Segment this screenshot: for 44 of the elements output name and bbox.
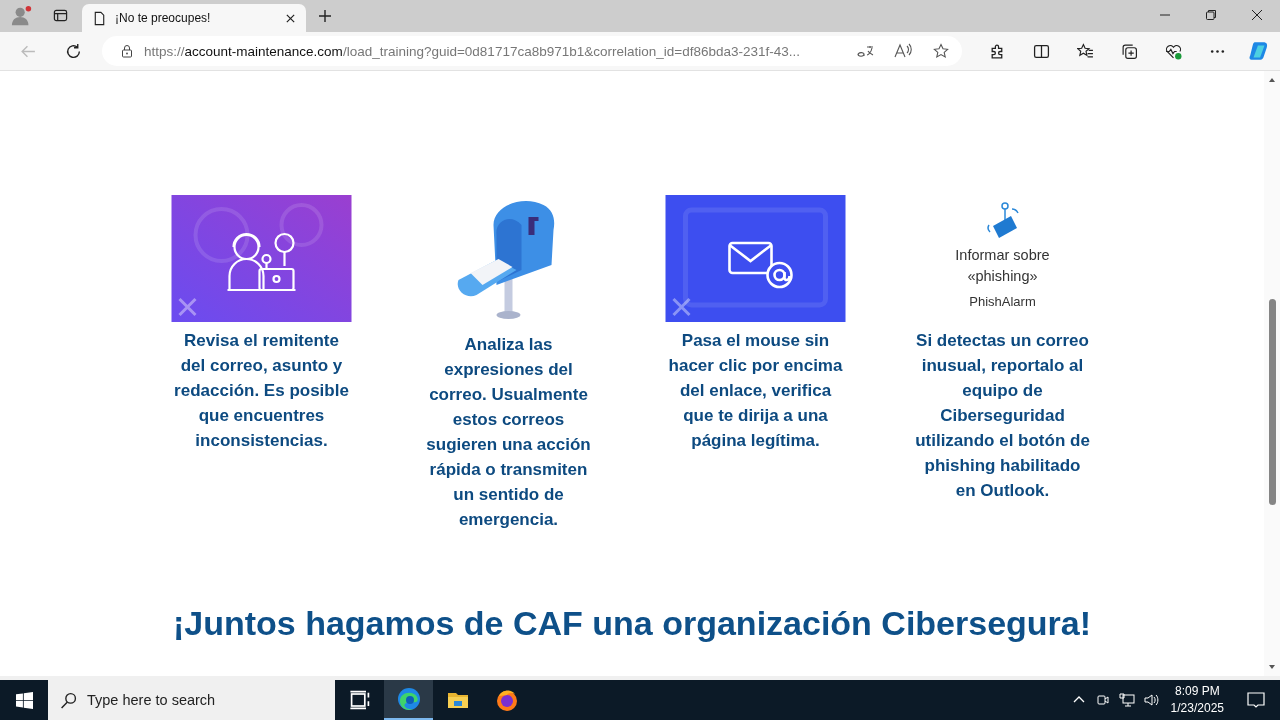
favorites-icon[interactable] — [1077, 42, 1094, 60]
clock[interactable]: 8:09 PM 1/23/2025 — [1170, 683, 1224, 717]
volume-icon[interactable] — [1142, 692, 1159, 708]
windows-start-icon[interactable] — [16, 691, 33, 709]
tip-text: Analiza las expresiones del correo. Usualmente estos correos sugieren una acción rápida o transmiten un sentido de emergencia. — [425, 334, 592, 531]
camera-icon[interactable] — [1094, 692, 1111, 708]
tip-text: Pasa el mouse sin hacer clic por encima del enlace, verifica que te dirija a una página legítima. — [667, 330, 844, 452]
phishalarm-caption: PhishAlarm — [969, 294, 1036, 309]
close-tab-icon[interactable] — [285, 12, 296, 24]
address-bar[interactable]: https://account-maintenance.com/load_training?guid=0d81717ca8b971b1&correlation_id=df86bda3-231f-43... — [102, 36, 962, 66]
date-text: 1/23/2025 — [1170, 700, 1224, 717]
health-icon[interactable] — [1165, 42, 1182, 60]
favorite-star-icon[interactable] — [932, 43, 950, 59]
split-screen-icon[interactable] — [1033, 42, 1050, 60]
scroll-thumb[interactable] — [1268, 299, 1276, 505]
page-icon — [92, 10, 107, 26]
network-icon[interactable] — [1118, 692, 1135, 708]
tip-text: Si detectas un correo inusual, reportalo al equipo de Ciberseguridad utilizando el botón de phishing habilitado en Outlook. — [914, 330, 1091, 502]
taskbar-search-field[interactable]: Type here to search — [48, 680, 335, 720]
copilot-icon[interactable] — [1248, 40, 1270, 62]
lock-icon — [120, 44, 134, 58]
scrollbar[interactable] — [1264, 71, 1280, 676]
browser-tab[interactable]: ¡No te preocupes! — [82, 4, 306, 32]
url-text: https://account-maintenance.com/load_training?guid=0d81717ca8b971b1&correlation_id=df86bda3-231f-43... — [144, 43, 801, 59]
scroll-up-icon[interactable] — [1268, 76, 1276, 84]
slogan-heading: ¡Juntos hagamos de CAF una organización Cibersegura! — [172, 604, 1092, 643]
read-aloud-icon[interactable] — [894, 43, 912, 59]
search-icon — [60, 692, 77, 709]
scroll-down-icon[interactable] — [1268, 663, 1276, 671]
restore-icon[interactable] — [1205, 9, 1217, 21]
notifications-icon[interactable] — [1246, 690, 1266, 710]
task-view-icon — [347, 688, 372, 712]
report-phishing-label: Informar sobre «phishing» — [954, 246, 1051, 286]
edge-browser-button[interactable] — [384, 680, 433, 720]
tip-text: Revisa el remitente del correo, asunto y redacción. Es posible que encuentres inconsistencias. — [173, 330, 350, 452]
refresh-icon[interactable] — [65, 42, 82, 60]
profile-icon[interactable] — [11, 5, 33, 27]
new-tab-icon[interactable] — [318, 9, 332, 23]
close-icon[interactable] — [1251, 9, 1263, 21]
firefox-icon — [494, 688, 519, 712]
edge-icon — [396, 687, 421, 711]
tab-actions-icon[interactable] — [53, 8, 68, 23]
collections-icon[interactable] — [1121, 42, 1138, 60]
time-text: 8:09 PM — [1174, 683, 1220, 700]
